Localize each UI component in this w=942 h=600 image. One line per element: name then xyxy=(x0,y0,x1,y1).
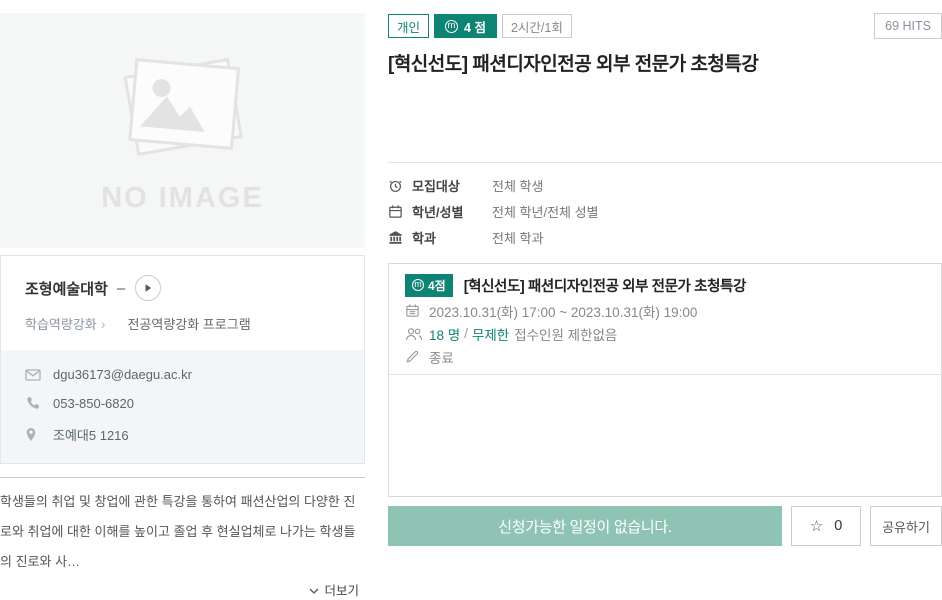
schedule-card: m 4점 [혁신선도] 패션디자인전공 외부 전문가 초청특강 2023.10.… xyxy=(388,263,942,497)
show-more-button[interactable]: 더보기 xyxy=(0,579,365,600)
program-image-placeholder: NO IMAGE xyxy=(0,13,365,248)
info-section: 모집대상 전체 학생 학년/성별 전체 학년/전체 성별 xyxy=(388,162,942,250)
mileage-points-label: 4 점 xyxy=(464,17,486,36)
star-icon: ☆ xyxy=(810,517,823,535)
info-label: 모집대상 xyxy=(412,176,492,195)
applicant-separator: / xyxy=(464,326,468,341)
badge-row: 개인 m 4 점 2시간/1회 69 HITS xyxy=(388,13,942,39)
info-label: 학과 xyxy=(412,228,492,247)
schedule-date-range: 2023.10.31(화) 17:00 ~ 2023.10.31(화) 19:0… xyxy=(429,301,697,321)
mileage-points-badge: m 4 점 xyxy=(434,14,497,38)
left-column: NO IMAGE 조형예술대학 – 학습역량강화 › 전공역량강화 프로그램 xyxy=(0,13,365,600)
hits-badge: 69 HITS xyxy=(874,13,942,39)
organization-name: 조형예술대학 xyxy=(25,278,108,299)
schedule-applicants-row: 18 명 / 무제한 접수인원 제한없음 xyxy=(405,325,925,342)
map-pin-icon xyxy=(25,427,53,442)
schedule-date-row: 2023.10.31(화) 17:00 ~ 2023.10.31(화) 19:0… xyxy=(405,302,925,319)
breadcrumb-category: 학습역량강화 xyxy=(25,314,97,333)
capacity-note: 접수인원 제한없음 xyxy=(514,324,617,344)
schedule-card-header: m 4점 [혁신선도] 패션디자인전공 외부 전문가 초청특강 2023.10.… xyxy=(389,264,941,374)
info-value: 전체 학과 xyxy=(492,228,543,247)
breadcrumb-program: 전공역량강화 프로그램 xyxy=(127,314,250,333)
schedule-status-row: 종료 xyxy=(405,348,925,365)
favorite-button[interactable]: ☆ 0 xyxy=(791,506,861,546)
program-description-section: 학생들의 취업 및 창업에 관한 특강을 통하여 패션산업의 다양한 진로와 취… xyxy=(0,477,365,600)
mileage-points-label: 4점 xyxy=(428,277,446,294)
chevron-down-icon xyxy=(309,583,319,597)
breadcrumb: 학습역량강화 › 전공역량강화 프로그램 xyxy=(25,314,340,333)
contact-email-row: dgu36173@daegu.ac.kr xyxy=(25,367,340,382)
play-icon xyxy=(143,281,153,296)
no-schedule-button[interactable]: 신청가능한 일정이 없습니다. xyxy=(388,506,782,546)
schedule-card-body xyxy=(389,374,941,496)
contact-location: 조예대5 1216 xyxy=(53,425,129,444)
mileage-points-badge-small: m 4점 xyxy=(405,274,453,297)
mileage-icon: m xyxy=(445,20,458,33)
phone-icon xyxy=(25,396,53,411)
personal-badge: 개인 xyxy=(388,14,429,38)
info-row-target: 모집대상 전체 학생 xyxy=(388,172,942,198)
organization-header: 조형예술대학 – 학습역량강화 › 전공역량강화 프로그램 xyxy=(1,256,364,350)
mail-icon xyxy=(25,369,53,381)
duration-badge: 2시간/1회 xyxy=(502,14,572,38)
info-value: 전체 학년/전체 성별 xyxy=(492,202,599,221)
play-button[interactable] xyxy=(135,275,161,301)
info-value: 전체 학생 xyxy=(492,176,543,195)
info-row-department: 학과 전체 학과 xyxy=(388,224,942,250)
info-label: 학년/성별 xyxy=(412,202,492,221)
contact-phone: 053-850-6820 xyxy=(53,396,134,411)
applicant-count: 18 명 xyxy=(429,324,460,344)
clock-icon xyxy=(388,178,412,193)
contact-email: dgu36173@daegu.ac.kr xyxy=(53,367,192,382)
right-column: 개인 m 4 점 2시간/1회 69 HITS [혁신선도] 패션디자인전공 외… xyxy=(388,13,942,600)
organization-box: 조형예술대학 – 학습역량강화 › 전공역량강화 프로그램 xyxy=(0,255,365,464)
share-button[interactable]: 공유하기 xyxy=(870,506,942,546)
schedule-title: [혁신선도] 패션디자인전공 외부 전문가 초청특강 xyxy=(464,275,746,296)
schedule-status: 종료 xyxy=(429,347,454,367)
program-detail-page: NO IMAGE 조형예술대학 – 학습역량강화 › 전공역량강화 프로그램 xyxy=(0,0,942,600)
action-row: 신청가능한 일정이 없습니다. ☆ 0 공유하기 xyxy=(388,506,942,546)
info-row-grade-gender: 학년/성별 전체 학년/전체 성별 xyxy=(388,198,942,224)
capacity: 무제한 xyxy=(472,324,509,344)
calendar-icon xyxy=(388,204,412,219)
no-image-icon xyxy=(98,46,268,176)
organization-dash: – xyxy=(117,280,125,297)
no-image-label: NO IMAGE xyxy=(101,182,264,215)
mileage-icon: m xyxy=(412,279,424,291)
people-icon xyxy=(405,327,429,341)
page-title: [혁신선도] 패션디자인전공 외부 전문가 초청특강 xyxy=(388,49,942,76)
contact-section: dgu36173@daegu.ac.kr 053-850-6820 xyxy=(1,350,364,463)
favorite-count: 0 xyxy=(834,518,842,534)
contact-location-row: 조예대5 1216 xyxy=(25,425,340,444)
program-description: 학생들의 취업 및 창업에 관한 특강을 통하여 패션산업의 다양한 진로와 취… xyxy=(0,487,365,577)
chevron-right-icon: › xyxy=(101,316,106,332)
pen-icon xyxy=(405,349,429,364)
contact-phone-row: 053-850-6820 xyxy=(25,396,340,411)
calendar-icon xyxy=(405,303,429,318)
show-more-label: 더보기 xyxy=(324,580,359,599)
bank-icon xyxy=(388,230,412,245)
